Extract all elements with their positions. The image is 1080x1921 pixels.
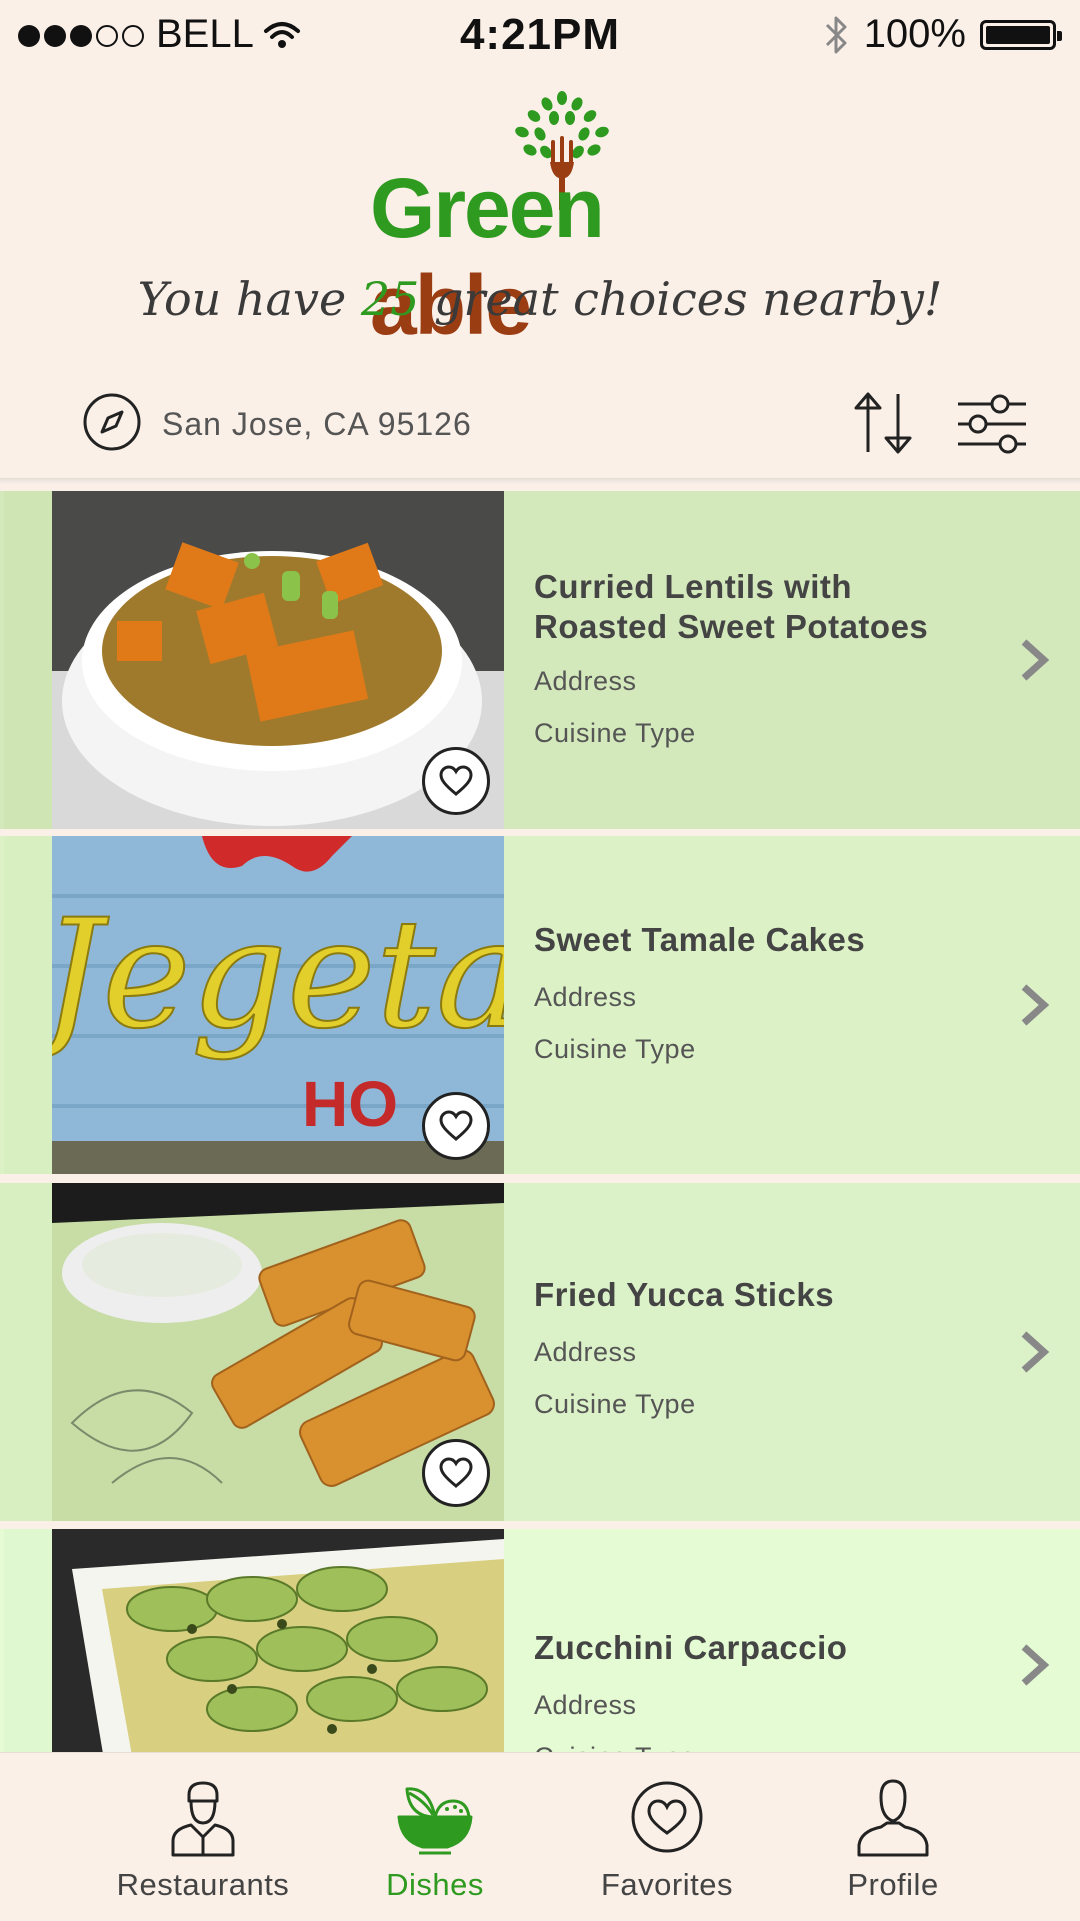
- person-icon: [857, 1779, 929, 1857]
- chevron-right-icon[interactable]: [1016, 638, 1052, 682]
- heart-icon: [631, 1781, 703, 1853]
- heart-icon: [439, 765, 473, 796]
- header-divider: [0, 478, 1080, 484]
- chevron-right-icon[interactable]: [1016, 1330, 1052, 1374]
- bluetooth-icon: [825, 16, 847, 53]
- svg-text:HO: HO: [302, 1068, 398, 1140]
- chef-icon: [171, 1781, 235, 1857]
- dish-cuisine: Cuisine Type: [534, 1389, 696, 1419]
- dish-title: Sweet Tamale Cakes: [534, 921, 866, 958]
- dish-address: Address: [534, 666, 637, 696]
- dish-photo: [52, 1529, 504, 1752]
- dish-address: Address: [534, 1690, 637, 1720]
- favorite-heart-button[interactable]: [422, 1439, 490, 1507]
- status-bar: BELL 4:21PM 100%: [0, 0, 1080, 76]
- row-accent-stripe: [4, 1529, 52, 1752]
- bottom-tab-bar: Restaurants Dishes Favorites Profile: [0, 1752, 1080, 1921]
- row-accent-stripe: [0, 1183, 52, 1521]
- row-accent-stripe: [4, 491, 52, 829]
- dish-photo: Jegetari HO: [52, 836, 504, 1174]
- chevron-right-icon[interactable]: [1016, 1643, 1052, 1687]
- heart-icon: [439, 1457, 473, 1488]
- dish-title: Fried Yucca Sticks: [534, 1276, 835, 1313]
- location-bar: San Jose, CA 95126: [0, 370, 1080, 480]
- battery-indicator: 100%: [824, 12, 1062, 57]
- dish-list-item[interactable]: Jegetari HO Sweet Tamale Cakes Address C…: [0, 836, 1080, 1174]
- row-accent-stripe: [4, 836, 52, 1174]
- svg-text:Jegetari: Jegetari: [52, 888, 504, 1062]
- results-count: 25: [360, 272, 420, 326]
- dish-photo: [52, 1183, 504, 1521]
- tab-label: Profile: [847, 1867, 939, 1902]
- dish-address: Address: [534, 1337, 637, 1367]
- dish-title: Curried Lentils with Roasted Sweet Potat…: [534, 568, 929, 645]
- filter-settings-icon[interactable]: [956, 392, 1028, 456]
- app-logo: Greenable: [370, 90, 710, 352]
- dish-list-item[interactable]: Zucchini Carpaccio Address Cuisine Type: [0, 1529, 1080, 1752]
- favorite-heart-button[interactable]: [422, 1092, 490, 1160]
- dish-address: Address: [534, 982, 637, 1012]
- results-tagline: You have 25 great choices nearby!: [137, 272, 943, 326]
- dish-photo: [52, 491, 504, 829]
- bowl-icon: [397, 1787, 473, 1855]
- location-text[interactable]: San Jose, CA 95126: [162, 406, 472, 443]
- dish-list-item[interactable]: Curried Lentils with Roasted Sweet Potat…: [0, 491, 1080, 829]
- tab-label: Dishes: [386, 1867, 484, 1902]
- tab-label: Restaurants: [116, 1867, 290, 1902]
- tab-dishes[interactable]: Dishes: [300, 1753, 570, 1921]
- tab-profile[interactable]: Profile: [758, 1753, 1028, 1921]
- favorite-heart-button[interactable]: [422, 747, 490, 815]
- dish-title: Zucchini Carpaccio: [534, 1629, 848, 1666]
- battery-percent: 100%: [863, 12, 966, 56]
- chevron-right-icon[interactable]: [1016, 983, 1052, 1027]
- dish-cuisine: Cuisine Type: [534, 1742, 696, 1752]
- heart-icon: [439, 1110, 473, 1141]
- dish-cuisine: Cuisine Type: [534, 1034, 696, 1064]
- dish-list-item[interactable]: Fried Yucca Sticks Address Cuisine Type: [0, 1183, 1080, 1521]
- battery-icon: [980, 19, 1062, 50]
- sort-icon[interactable]: [850, 388, 916, 458]
- dish-cuisine: Cuisine Type: [534, 718, 696, 748]
- compass-icon[interactable]: [82, 392, 142, 452]
- tab-restaurants[interactable]: Restaurants: [68, 1753, 338, 1921]
